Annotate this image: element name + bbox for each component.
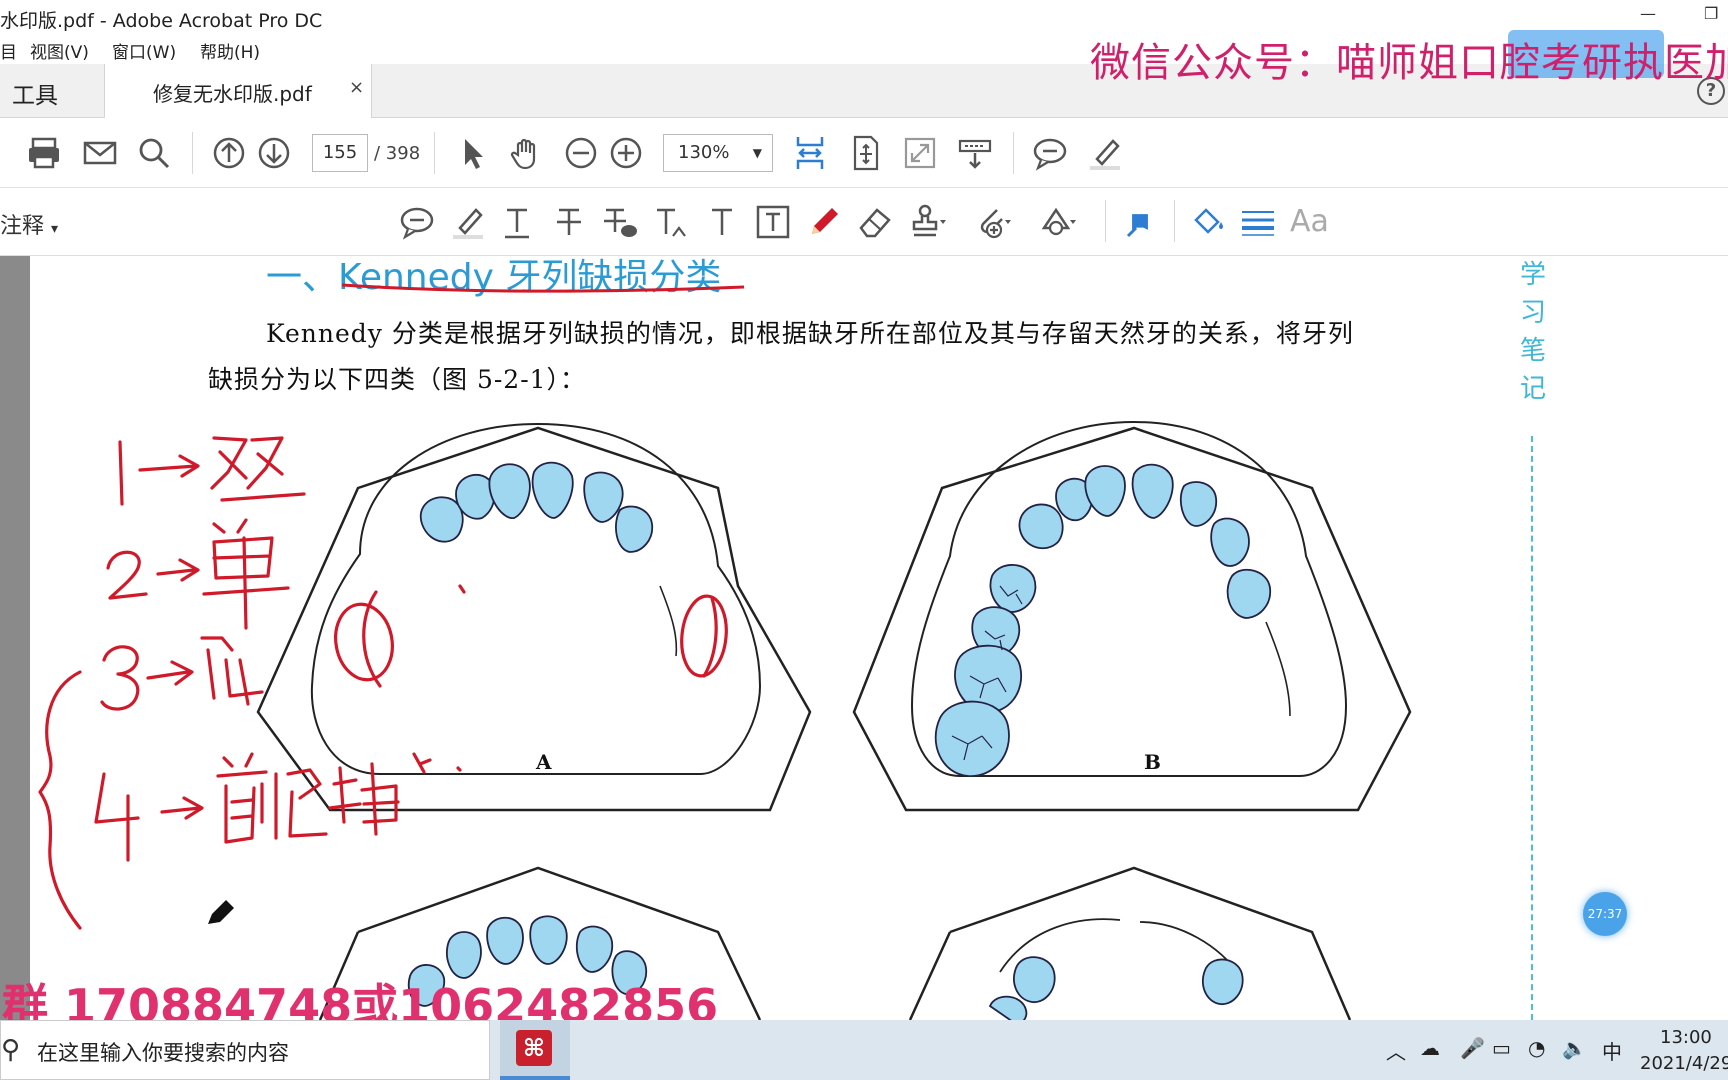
fit-page-icon[interactable] (845, 133, 885, 173)
timer-badge: 27:37 (1583, 892, 1627, 936)
comment-menu-label: 注释 (0, 214, 45, 239)
print-icon[interactable] (24, 133, 64, 173)
stamp-icon[interactable] (908, 202, 948, 242)
restore-button[interactable]: ❐ (1704, 4, 1718, 23)
line-weight-icon[interactable] (1238, 202, 1278, 242)
chevron-down-icon: ▼ (752, 146, 762, 160)
chevron-up-icon[interactable]: ︿ (1386, 1036, 1406, 1065)
underline-text-icon[interactable] (497, 202, 537, 242)
eraser-icon[interactable] (855, 202, 895, 242)
comment-menu[interactable]: 注释 ▾ (0, 208, 58, 240)
microphone-icon[interactable]: 🎤 (1460, 1036, 1485, 1060)
minimize-button[interactable]: — (1640, 4, 1656, 23)
zoom-in-icon[interactable] (606, 133, 646, 173)
email-icon[interactable] (80, 133, 120, 173)
pen-cursor-icon (208, 900, 234, 924)
attach-file-icon[interactable] (973, 202, 1013, 242)
zoom-select[interactable]: 130% ▼ (663, 134, 773, 172)
scroll-mode-icon[interactable] (955, 133, 995, 173)
watermark-top: 微信公众号：喵师姐口腔考研执医加 (1090, 40, 1728, 86)
chevron-down-icon: ▾ (51, 221, 59, 237)
cloud-icon[interactable]: ☁ (1420, 1036, 1440, 1060)
highlight-icon[interactable] (1085, 133, 1125, 173)
page-total: / 398 (374, 143, 421, 164)
document-viewport[interactable]: 一、Kennedy 牙列缺损分类 Kennedy 分类是根据牙列缺损的情况，即根… (0, 256, 1728, 1020)
acrobat-icon: ⌘ (516, 1030, 552, 1066)
sticky-note-icon[interactable] (397, 202, 437, 242)
taskbar: ⚲ 在这里输入你要搜索的内容 ⌘ ︿ ☁ 🎤 ▭ ◔ 🔈 中 13:00 202… (0, 1020, 1728, 1080)
font-size-icon[interactable]: Aa (1290, 204, 1329, 239)
select-cursor-icon[interactable] (452, 133, 492, 173)
menu-item-window[interactable]: 窗口(W) (112, 38, 176, 63)
menu-item-view[interactable]: 视图(V) (30, 38, 89, 63)
comment-icon[interactable] (1030, 133, 1070, 173)
fullscreen-icon[interactable] (900, 133, 940, 173)
volume-icon[interactable]: 🔈 (1562, 1036, 1587, 1060)
clock-time[interactable]: 13:00 (1660, 1027, 1712, 1048)
add-text-icon[interactable] (702, 202, 742, 242)
figure-d-teeth (988, 956, 1244, 1020)
pin-icon[interactable] (1120, 202, 1160, 242)
zoom-out-icon[interactable] (561, 133, 601, 173)
battery-icon[interactable]: ▭ (1492, 1036, 1511, 1060)
menu-item-view-partial[interactable]: 目 (0, 38, 17, 63)
main-toolbar: 155 / 398 130% ▼ (0, 118, 1728, 188)
page-number-input[interactable]: 155 (312, 134, 368, 172)
text-box-icon[interactable] (753, 202, 793, 242)
wifi-icon[interactable]: ◔ (1528, 1036, 1545, 1060)
window-title: 水印版.pdf - Adobe Acrobat Pro DC (0, 10, 323, 32)
dental-arch-figure-d (908, 866, 1352, 1020)
page-down-icon[interactable] (254, 133, 294, 173)
heading-underline-annotation (341, 283, 745, 293)
pencil-icon[interactable] (804, 202, 844, 242)
ime-indicator[interactable]: 中 (1602, 1036, 1622, 1065)
clock-date[interactable]: 2021/4/29 (1640, 1053, 1728, 1074)
strikethrough-icon[interactable] (549, 202, 589, 242)
search-icon[interactable] (134, 133, 174, 173)
close-tab-icon[interactable]: × (349, 77, 364, 98)
tab-tools[interactable]: 工具 (0, 64, 104, 118)
menu-item-help[interactable]: 帮助(H) (200, 38, 260, 63)
search-icon: ⚲ (1, 1035, 21, 1065)
taskbar-search[interactable]: ⚲ 在这里输入你要搜索的内容 (0, 1020, 490, 1080)
dental-arch-figure-b (852, 420, 1412, 812)
page-up-icon[interactable] (209, 133, 249, 173)
insert-text-icon[interactable] (651, 202, 691, 242)
search-placeholder: 在这里输入你要搜索的内容 (37, 1041, 289, 1065)
tab-document[interactable]: 修复无水印版.pdf × (104, 64, 372, 119)
title-bar: 水印版.pdf - Adobe Acrobat Pro DC — ❐ (0, 0, 1728, 34)
page-illustrations (38, 283, 1412, 1020)
taskbar-acrobat[interactable]: ⌘ (500, 1020, 570, 1080)
zoom-value: 130% (678, 142, 730, 163)
replace-text-icon[interactable] (600, 202, 640, 242)
tab-document-label: 修复无水印版.pdf (153, 82, 312, 106)
highlight-text-icon[interactable] (448, 202, 488, 242)
hand-icon[interactable] (506, 133, 546, 173)
fill-color-icon[interactable] (1188, 202, 1228, 242)
fit-width-icon[interactable] (790, 133, 830, 173)
comment-toolbar: 注释 ▾ Aa (0, 188, 1728, 256)
shapes-icon[interactable] (1038, 202, 1078, 242)
